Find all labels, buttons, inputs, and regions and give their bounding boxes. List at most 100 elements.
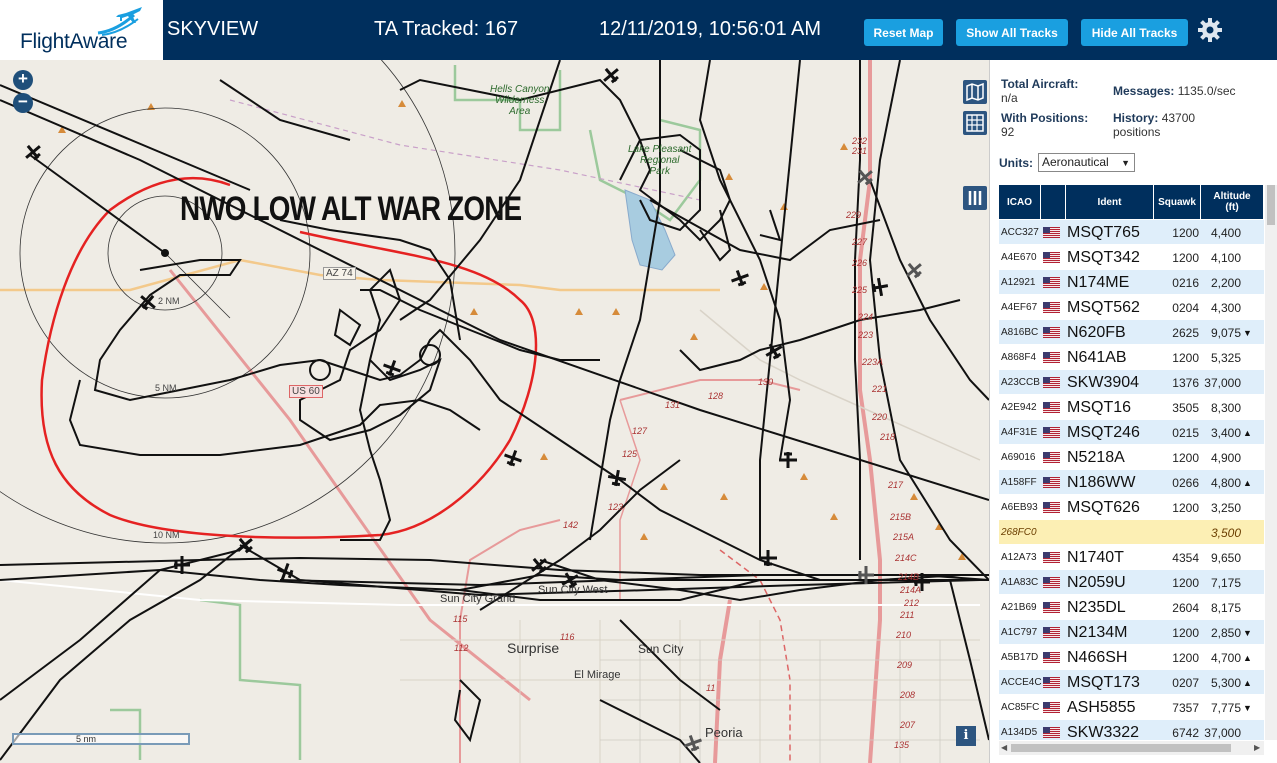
table-row[interactable]: A23CCB SKW3904 1376 37,000 — [999, 370, 1264, 395]
horizontal-scroll-thumb[interactable] — [1011, 744, 1231, 752]
ident-cell: MSQT342 — [1067, 248, 1140, 266]
grid-view-button[interactable] — [963, 111, 987, 135]
map-layers-button[interactable] — [963, 80, 987, 104]
total-aircraft-label: Total Aircraft: — [1001, 77, 1079, 91]
flightaware-logo[interactable]: FlightAware — [0, 0, 163, 60]
table-horizontal-scrollbar[interactable]: ◀ ▶ — [999, 741, 1264, 755]
label-peoria: Peoria — [705, 725, 743, 740]
icao-cell: A23CCB — [1001, 377, 1040, 388]
aircraft-sidebar: Total Aircraft: n/a Messages: 1135.0/sec… — [989, 60, 1277, 763]
altitude-cell: 37,000 — [1204, 375, 1241, 390]
toggle-sidebar-button[interactable] — [963, 186, 987, 210]
altitude-cell: 3,250 — [1210, 500, 1241, 515]
column-altitude[interactable]: Altitude (ft) — [1201, 185, 1264, 219]
table-row[interactable]: A158FF N186WW 0266 4,800 ▲ — [999, 470, 1264, 495]
route-number-label: 231 — [852, 146, 868, 156]
route-number-label: 11 — [706, 683, 716, 693]
show-all-tracks-button[interactable]: Show All Tracks — [956, 19, 1068, 46]
route-number-label: 227 — [852, 237, 868, 247]
route-number-label: 209 — [897, 660, 913, 670]
table-row[interactable]: A4E670 MSQT342 1200 4,100 — [999, 245, 1264, 270]
column-icao[interactable]: ICAO — [999, 185, 1041, 219]
table-row[interactable]: A868F4 N641AB 1200 5,325 — [999, 345, 1264, 370]
squawk-cell: 1376 — [1172, 375, 1199, 390]
gear-icon[interactable] — [1197, 17, 1223, 43]
aircraft-table-body: ACC327 MSQT765 1200 4,400 A4E670 MSQT342 1200 4… — [999, 220, 1264, 740]
table-row[interactable]: AC85FC ASH5855 7357 7,775 ▼ — [999, 695, 1264, 720]
ident-cell: N2134M — [1067, 623, 1128, 641]
altitude-cell: 3,400 — [1210, 425, 1241, 440]
label-el-mirage: El Mirage — [574, 669, 621, 681]
table-row[interactable]: A2E942 MSQT16 3505 8,300 — [999, 395, 1264, 420]
columns-icon — [968, 191, 982, 205]
route-number-label: 125 — [622, 449, 638, 459]
table-row[interactable]: A5B17D N466SH 1200 4,700 ▲ — [999, 645, 1264, 670]
route-number-label: 210 — [896, 630, 912, 640]
squawk-cell: 0207 — [1172, 675, 1199, 690]
table-vertical-scrollbar[interactable] — [1265, 185, 1277, 740]
table-row[interactable]: A1C797 N2134M 1200 2,850 ▼ — [999, 620, 1264, 645]
label-sun-city: Sun City — [638, 642, 684, 656]
column-flag[interactable] — [1041, 185, 1066, 219]
with-positions-value: 92 — [1001, 125, 1015, 139]
altitude-trend-icon: ▼ — [1243, 702, 1252, 713]
route-number-label: 221 — [872, 384, 888, 394]
hide-all-tracks-button[interactable]: Hide All Tracks — [1081, 19, 1188, 46]
label-hells-canyon: Hells Canyon Wilderness Area — [490, 84, 550, 117]
us-flag-icon — [1043, 502, 1060, 513]
route-number-label: 215B — [890, 512, 912, 522]
table-row[interactable]: A4F31E MSQT246 0215 3,400 ▲ — [999, 420, 1264, 445]
column-squawk[interactable]: Squawk — [1154, 185, 1201, 219]
altitude-cell: 4,300 — [1210, 300, 1241, 315]
label-us60: US 60 — [289, 385, 323, 398]
route-number-label: 130 — [758, 377, 774, 387]
table-row[interactable]: A12A73 N1740T 4354 9,650 — [999, 545, 1264, 570]
table-row[interactable]: A816BC N620FB 2625 9,075 ▼ — [999, 320, 1264, 345]
label-surprise: Surprise — [507, 640, 560, 656]
info-button[interactable]: i — [956, 726, 976, 746]
table-row[interactable]: A69016 N5218A 1200 4,900 — [999, 445, 1264, 470]
us-flag-icon — [1043, 352, 1060, 363]
messages-label: Messages: — [1113, 84, 1175, 98]
us-flag-icon — [1043, 477, 1060, 488]
route-number-label: 128 — [708, 391, 724, 401]
altitude-cell: 2,850 — [1210, 625, 1241, 640]
scroll-left-icon[interactable]: ◀ — [1001, 743, 1007, 752]
altitude-cell: 4,100 — [1210, 250, 1241, 265]
route-number-label: 214C — [895, 553, 917, 563]
squawk-cell: 3505 — [1172, 400, 1199, 415]
column-ident[interactable]: Ident — [1066, 185, 1154, 219]
route-number-label: 112 — [454, 643, 469, 653]
vertical-scroll-thumb[interactable] — [1267, 185, 1275, 225]
table-row[interactable]: A12921 N174ME 0216 2,200 — [999, 270, 1264, 295]
route-number-label: 220 — [872, 412, 888, 422]
table-row[interactable]: 268FC0 3,500 — [999, 520, 1264, 545]
us-flag-icon — [1043, 652, 1060, 663]
icao-cell: A816BC — [1001, 327, 1039, 338]
table-row[interactable]: ACCE4C MSQT173 0207 5,300 ▲ — [999, 670, 1264, 695]
zoom-in-button[interactable]: + — [13, 70, 33, 90]
squawk-cell: 1200 — [1172, 575, 1199, 590]
table-row[interactable]: A1A83C N2059U 1200 7,175 — [999, 570, 1264, 595]
table-row[interactable]: A134D5 SKW3322 6742 37,000 — [999, 720, 1264, 740]
us-flag-icon — [1043, 702, 1060, 713]
war-zone-annotation: NWO LOW ALT WAR ZONE — [180, 190, 522, 228]
units-select[interactable]: Aeronautical — [1038, 153, 1135, 172]
table-row[interactable]: A21B69 N235DL 2604 8,175 — [999, 595, 1264, 620]
table-row[interactable]: ACC327 MSQT765 1200 4,400 — [999, 220, 1264, 245]
altitude-trend-icon: ▲ — [1243, 427, 1252, 438]
icao-cell: ACC327 — [1001, 227, 1039, 238]
label-az74: AZ 74 — [323, 267, 356, 280]
table-row[interactable]: A4EF67 MSQT562 0204 4,300 — [999, 295, 1264, 320]
route-number-label: 207 — [900, 720, 916, 730]
scroll-right-icon[interactable]: ▶ — [1254, 743, 1260, 752]
flight-map[interactable]: Hells Canyon Wilderness Area Lake Pleasa… — [0, 60, 989, 763]
zoom-out-button[interactable]: − — [13, 93, 33, 113]
altitude-cell: 4,800 — [1210, 475, 1241, 490]
reset-map-button[interactable]: Reset Map — [864, 19, 943, 46]
map-canvas[interactable] — [0, 60, 989, 763]
table-row[interactable]: A6EB93 MSQT626 1200 3,250 — [999, 495, 1264, 520]
altitude-cell: 7,175 — [1210, 575, 1241, 590]
war-zone-outline — [40, 176, 538, 539]
altitude-cell: 7,775 — [1210, 700, 1241, 715]
